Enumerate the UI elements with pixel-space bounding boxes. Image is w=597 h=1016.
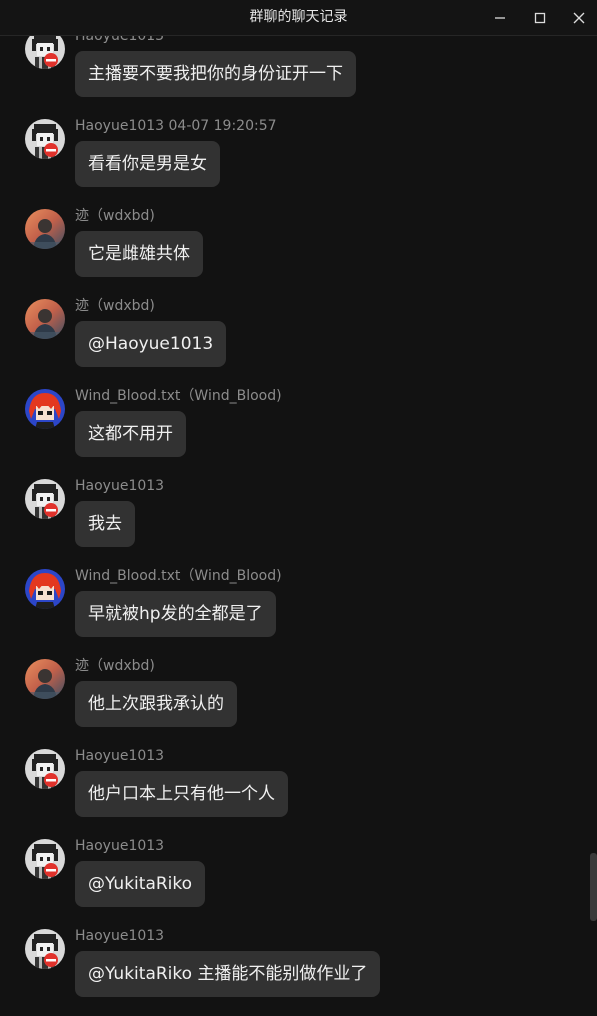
avatar[interactable] — [25, 36, 65, 69]
pixel-avatar-icon — [25, 479, 65, 519]
sender-name: Haoyue1013 — [75, 478, 165, 494]
message-bubble[interactable]: 早就被hp发的全都是了 — [75, 591, 276, 637]
pixel-avatar-icon — [25, 929, 65, 969]
chat-history-window: 群聊的聊天记录 Haoyue1013 主播要不要我把你的身份证开一下 Haoyu… — [0, 0, 597, 1016]
sender-name: Haoyue1013 — [75, 838, 165, 854]
avatar[interactable] — [25, 569, 65, 609]
message-item: Haoyue1013 我去 — [0, 478, 590, 569]
message-bubble[interactable]: 主播要不要我把你的身份证开一下 — [75, 51, 356, 97]
pixel-avatar-icon — [25, 749, 65, 789]
minimize-icon — [495, 16, 505, 19]
message-bubble[interactable]: 他上次跟我承认的 — [75, 681, 237, 727]
message-item: 迹（wdxbd) 它是雌雄共体 — [0, 208, 590, 299]
portrait-photo-avatar-icon — [25, 299, 65, 339]
anime-red-hair-avatar-icon — [25, 389, 65, 429]
message-item: 迹（wdxbd) 他上次跟我承认的 — [0, 658, 590, 749]
minimize-button[interactable] — [480, 0, 520, 35]
avatar[interactable] — [25, 389, 65, 429]
maximize-button[interactable] — [520, 0, 560, 35]
message-bubble[interactable]: @Haoyue1013 — [75, 321, 227, 367]
avatar[interactable] — [25, 209, 65, 249]
avatar[interactable] — [25, 929, 65, 969]
message-bubble[interactable]: 我去 — [75, 501, 135, 547]
message-item: Haoyue1013 @YukitaRiko 主播能不能别做作业了 — [0, 928, 590, 1016]
message-bubble[interactable]: @YukitaRiko — [75, 861, 206, 907]
message-bubble[interactable]: 它是雌雄共体 — [75, 231, 203, 277]
message-bubble[interactable]: 看看你是男是女 — [75, 141, 220, 187]
maximize-icon — [534, 12, 546, 23]
sender-name: 迹（wdxbd) — [75, 208, 155, 224]
sender-name: Haoyue1013 — [75, 36, 165, 44]
message-item: Wind_Blood.txt（Wind_Blood) 早就被hp发的全都是了 — [0, 568, 590, 659]
anime-red-hair-avatar-icon — [25, 569, 65, 609]
message-item: Haoyue1013 04-07 19:20:57 看看你是男是女 — [0, 118, 590, 209]
message-item: Haoyue1013 @YukitaRiko — [0, 838, 590, 929]
sender-name: Haoyue1013 04-07 19:20:57 — [75, 118, 277, 134]
message-item: Wind_Blood.txt（Wind_Blood) 这都不用开 — [0, 388, 590, 479]
avatar[interactable] — [25, 839, 65, 879]
portrait-photo-avatar-icon — [25, 659, 65, 699]
title-bar: 群聊的聊天记录 — [0, 0, 597, 36]
avatar[interactable] — [25, 119, 65, 159]
sender-name: Wind_Blood.txt（Wind_Blood) — [75, 388, 282, 404]
pixel-avatar-icon — [25, 36, 65, 69]
portrait-photo-avatar-icon — [25, 209, 65, 249]
sender-name: Haoyue1013 — [75, 928, 165, 944]
sender-name: Wind_Blood.txt（Wind_Blood) — [75, 568, 282, 584]
scrollbar-thumb[interactable] — [590, 853, 597, 921]
message-bubble[interactable]: @YukitaRiko 主播能不能别做作业了 — [75, 951, 381, 997]
message-bubble[interactable]: 他户口本上只有他一个人 — [75, 771, 288, 817]
avatar[interactable] — [25, 749, 65, 789]
message-list[interactable]: Haoyue1013 主播要不要我把你的身份证开一下 Haoyue1013 04… — [0, 36, 597, 1016]
message-item: Haoyue1013 主播要不要我把你的身份证开一下 — [0, 36, 590, 119]
sender-name: Haoyue1013 — [75, 748, 165, 764]
message-item: Haoyue1013 他户口本上只有他一个人 — [0, 748, 590, 839]
sender-name: 迹（wdxbd) — [75, 298, 155, 314]
pixel-avatar-icon — [25, 119, 65, 159]
message-item: 迹（wdxbd) @Haoyue1013 — [0, 298, 590, 389]
close-button[interactable] — [559, 0, 597, 35]
avatar[interactable] — [25, 299, 65, 339]
close-icon — [573, 12, 585, 23]
avatar[interactable] — [25, 479, 65, 519]
avatar[interactable] — [25, 659, 65, 699]
pixel-avatar-icon — [25, 839, 65, 879]
sender-name: 迹（wdxbd) — [75, 658, 155, 674]
message-bubble[interactable]: 这都不用开 — [75, 411, 186, 457]
